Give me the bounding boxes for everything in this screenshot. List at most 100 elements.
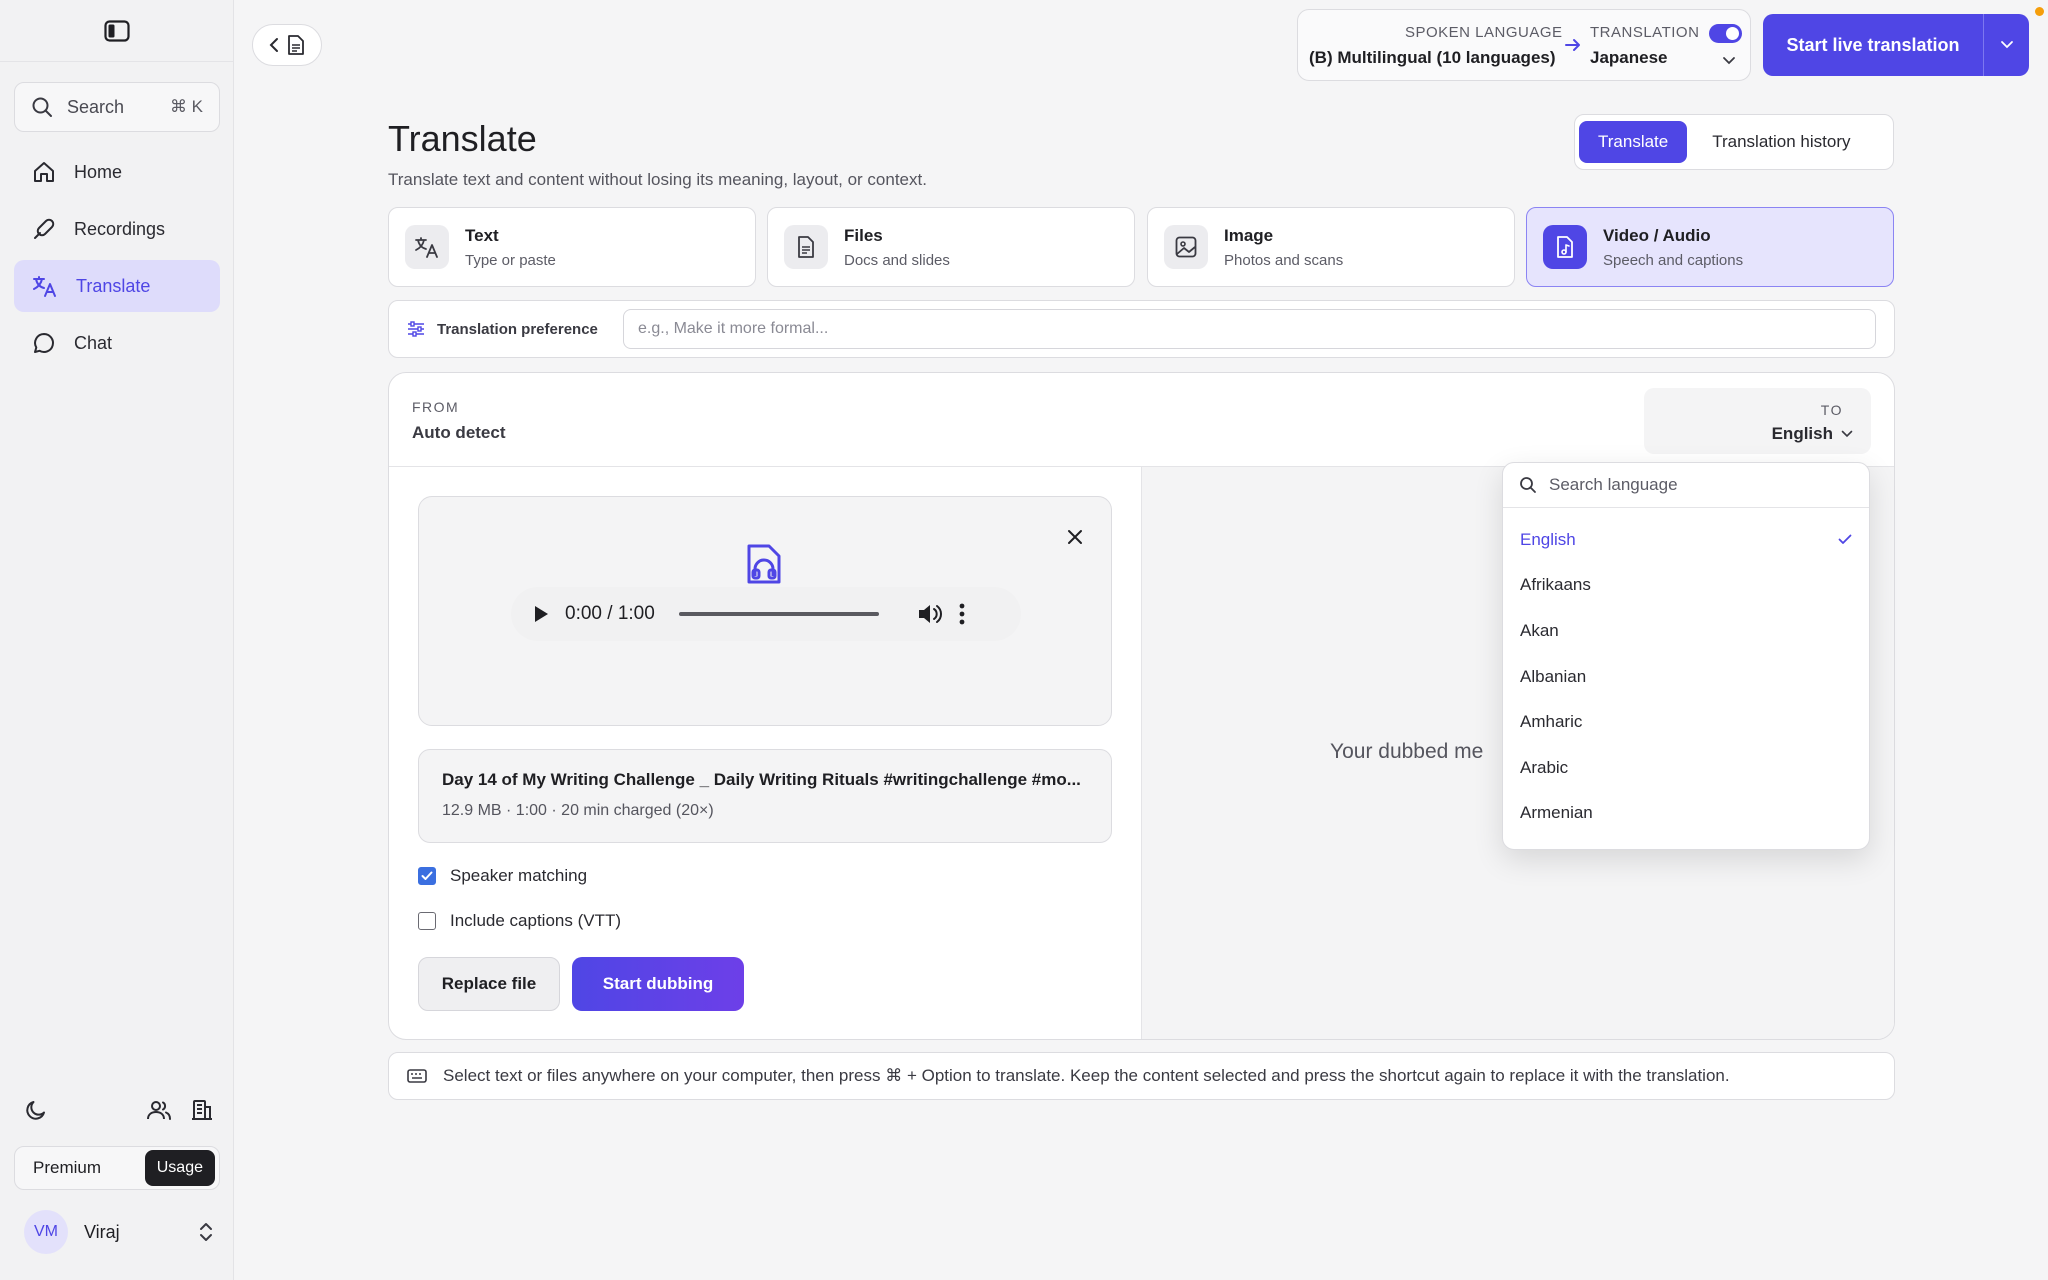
chevron-down-icon	[1841, 430, 1853, 438]
premium-button[interactable]: Premium	[33, 1158, 101, 1178]
chevron-down-icon	[2000, 40, 2014, 50]
player-time: 0:00 / 1:00	[565, 603, 655, 624]
start-live-translation-button[interactable]: Start live translation	[1763, 14, 2029, 76]
mode-files[interactable]: Files Docs and slides	[767, 207, 1135, 287]
language-search-input[interactable]	[1549, 475, 1853, 495]
user-menu[interactable]: VM Viraj	[24, 1210, 214, 1254]
more-options-icon[interactable]	[959, 603, 965, 625]
language-option-afrikaans[interactable]: Afrikaans	[1503, 563, 1869, 609]
avatar: VM	[24, 1210, 68, 1254]
tab-translation-history[interactable]: Translation history	[1693, 121, 1869, 163]
to-language-value: English	[1772, 424, 1853, 444]
translation-value: Japanese	[1590, 48, 1668, 67]
document-icon	[784, 225, 828, 269]
language-option-akan[interactable]: Akan	[1503, 608, 1869, 654]
translation-toggle[interactable]	[1709, 24, 1742, 43]
language-search	[1503, 463, 1869, 508]
moon-icon[interactable]	[24, 1098, 48, 1122]
sliders-icon	[407, 320, 425, 338]
play-icon[interactable]	[533, 605, 549, 623]
search-icon	[31, 96, 53, 118]
sidebar-item-home[interactable]: Home	[14, 146, 220, 198]
language-header: FROM Auto detect TO English	[389, 373, 1894, 467]
replace-file-button[interactable]: Replace file	[418, 957, 560, 1011]
live-options-dropdown[interactable]	[1983, 14, 2029, 76]
volume-icon[interactable]	[917, 603, 943, 625]
users-icon[interactable]	[146, 1098, 172, 1122]
sidebar-toggle-icon[interactable]	[103, 19, 130, 42]
language-option-label: English	[1520, 529, 1576, 549]
mode-title: Text	[465, 225, 499, 245]
mode-subtitle: Photos and scans	[1224, 251, 1344, 269]
language-option-albanian[interactable]: Albanian	[1503, 654, 1869, 700]
mode-subtitle: Speech and captions	[1603, 251, 1744, 269]
view-tabs: Translate Translation history	[1574, 114, 1894, 170]
sidebar-search[interactable]: Search ⌘ K	[14, 82, 220, 132]
include-captions-checkbox[interactable]	[418, 912, 436, 930]
speaker-matching-option[interactable]: Speaker matching	[418, 866, 587, 886]
chat-bubble-icon	[32, 331, 56, 355]
sidebar-item-label: Recordings	[74, 218, 166, 239]
language-dropdown: English Afrikaans Akan Albanian Amharic …	[1502, 462, 1870, 850]
close-icon[interactable]	[1067, 529, 1083, 545]
audio-file-icon	[745, 543, 783, 585]
file-meta: 12.9 MB · 1:00 · 20 min charged (20×)	[442, 802, 714, 819]
to-language-text: English	[1771, 424, 1833, 443]
speaker-matching-label: Speaker matching	[450, 866, 588, 885]
playback-progress-slider[interactable]	[678, 612, 879, 616]
from-language-select[interactable]: Auto detect	[412, 423, 506, 443]
sidebar-footer-icons	[24, 1098, 214, 1122]
mode-title: Files	[844, 225, 883, 245]
mode-title: Video / Audio	[1603, 225, 1711, 245]
language-option-label: Arabic	[1520, 757, 1569, 777]
language-option-amharic[interactable]: Amharic	[1503, 699, 1869, 745]
checkmark-icon	[1838, 534, 1852, 545]
language-option-label: Amharic	[1520, 712, 1583, 732]
language-list: English Afrikaans Akan Albanian Amharic …	[1503, 508, 1869, 836]
language-option-english[interactable]: English	[1503, 517, 1869, 563]
to-language-select[interactable]: TO English	[1644, 388, 1871, 454]
search-shortcut: ⌘ K	[169, 97, 203, 116]
sidebar: Search ⌘ K Home Recordings Translate Cha…	[0, 0, 234, 1280]
dubbed-media-placeholder: Your dubbed me	[1330, 740, 1484, 763]
include-captions-option[interactable]: Include captions (VTT)	[418, 911, 621, 931]
chevron-down-icon	[1722, 56, 1736, 66]
mode-video-audio[interactable]: Video / Audio Speech and captions	[1526, 207, 1894, 287]
search-icon	[1519, 476, 1537, 494]
audio-player: 0:00 / 1:00	[511, 587, 1021, 641]
translation-preference-input[interactable]	[623, 309, 1876, 349]
chevron-left-icon	[269, 37, 279, 53]
microphone-icon	[32, 217, 56, 241]
keyboard-icon	[407, 1068, 427, 1084]
sidebar-item-translate[interactable]: Translate	[14, 260, 220, 312]
language-option-arabic[interactable]: Arabic	[1503, 745, 1869, 791]
translate-icon	[32, 274, 58, 298]
user-name: Viraj	[84, 1221, 120, 1242]
language-option-label: Afrikaans	[1520, 575, 1591, 595]
spoken-language-value: (B) Multilingual (10 languages)	[1309, 48, 1556, 67]
speaker-matching-checkbox[interactable]	[418, 867, 436, 885]
start-dubbing-button[interactable]: Start dubbing	[572, 957, 744, 1011]
live-language-panel[interactable]: SPOKEN LANGUAGE (B) Multilingual (10 lan…	[1297, 9, 1751, 81]
plan-switcher: Premium Usage	[14, 1146, 220, 1190]
sidebar-item-recordings[interactable]: Recordings	[14, 203, 220, 255]
file-info: Day 14 of My Writing Challenge _ Daily W…	[418, 749, 1112, 843]
tab-translate[interactable]: Translate	[1579, 121, 1688, 163]
mode-image[interactable]: Image Photos and scans	[1147, 207, 1515, 287]
language-option-label: Akan	[1520, 620, 1559, 640]
shortcut-hint-bar: Select text or files anywhere on your co…	[388, 1052, 1895, 1100]
translation-preference-bar: Translation preference	[388, 300, 1895, 358]
page-subtitle: Translate text and content without losin…	[388, 170, 927, 189]
start-live-translation-label: Start live translation	[1786, 34, 1960, 55]
mode-title: Image	[1224, 225, 1274, 245]
mode-text[interactable]: Text Type or paste	[388, 207, 756, 287]
back-button[interactable]	[252, 24, 322, 66]
to-label: TO	[1820, 402, 1843, 418]
translation-label: TRANSLATION	[1590, 24, 1700, 41]
language-option-armenian[interactable]: Armenian	[1503, 791, 1869, 837]
include-captions-label: Include captions (VTT)	[450, 911, 622, 930]
usage-button[interactable]: Usage	[144, 1150, 215, 1186]
sidebar-item-chat[interactable]: Chat	[14, 317, 220, 369]
building-icon[interactable]	[190, 1098, 214, 1122]
sidebar-header	[0, 0, 233, 62]
